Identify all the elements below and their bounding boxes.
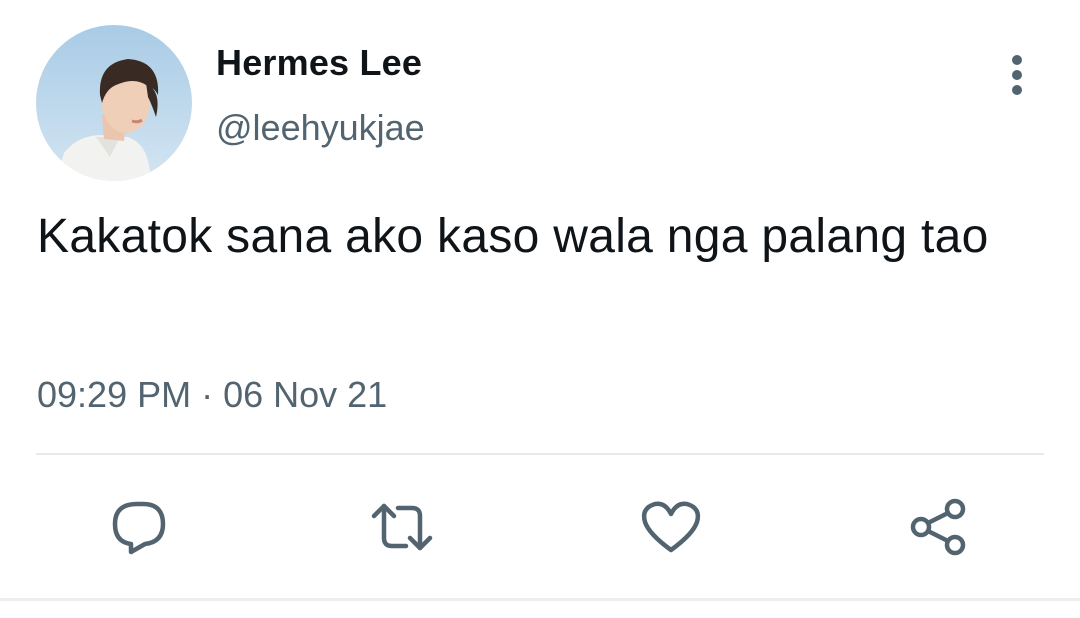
like-button[interactable] xyxy=(639,496,703,558)
heart-icon xyxy=(641,501,701,553)
more-options-button[interactable] xyxy=(994,50,1040,100)
bottom-divider xyxy=(0,598,1080,601)
tweet-card: Hermes Lee @leehyukjae Kakatok sana ako … xyxy=(0,0,1080,618)
tweet-timestamp[interactable]: 09:29 PM · 06 Nov 21 xyxy=(37,374,387,416)
avatar-image xyxy=(36,25,192,181)
share-icon xyxy=(910,498,966,556)
divider xyxy=(36,453,1044,455)
more-vertical-icon xyxy=(1012,55,1022,95)
user-handle[interactable]: @leehyukjae xyxy=(216,107,425,149)
reply-icon xyxy=(112,501,166,555)
retweet-icon xyxy=(371,503,433,551)
display-name[interactable]: Hermes Lee xyxy=(216,42,422,84)
avatar[interactable] xyxy=(36,25,192,181)
retweet-button[interactable] xyxy=(370,496,434,558)
reply-button[interactable] xyxy=(107,496,171,558)
share-button[interactable] xyxy=(906,496,970,558)
tweet-text: Kakatok sana ako kaso wala nga palang ta… xyxy=(37,210,989,263)
